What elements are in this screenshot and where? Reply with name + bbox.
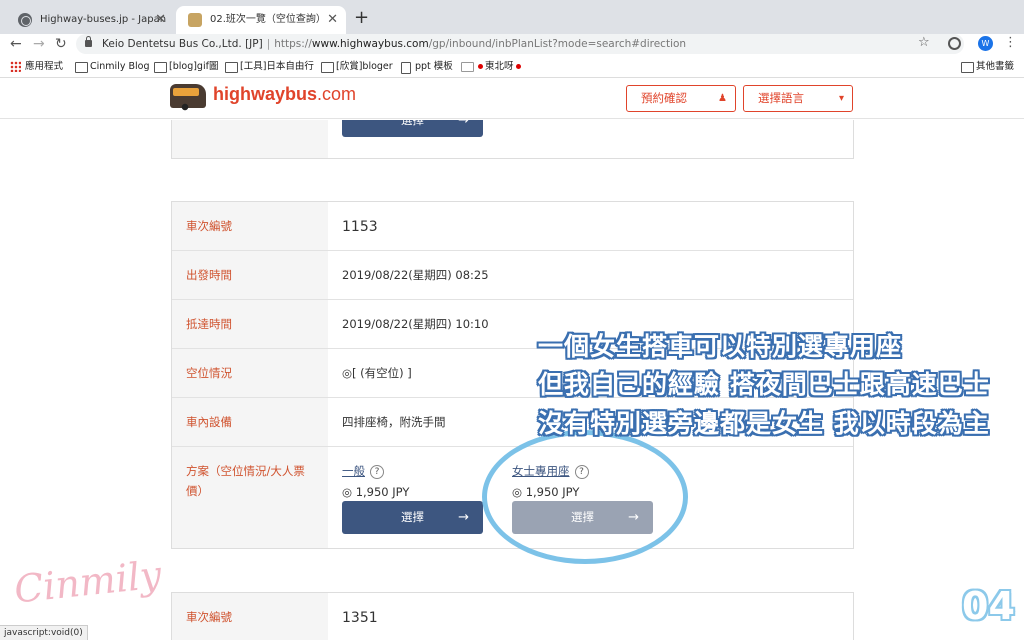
annotation-line-1: 一個女生搭車可以特別選專用座 <box>538 332 903 361</box>
globe-icon <box>18 13 32 27</box>
url-host: www.highwaybus.com <box>311 38 429 50</box>
url-scheme: https:// <box>274 38 312 50</box>
fare-plans-label: 方案（空位情況/大人票 價） <box>186 464 305 498</box>
bookmark-folder[interactable]: Cinmily Blog <box>75 57 149 77</box>
plan-card-1351: 車次編號 1351 <box>171 592 854 640</box>
departure-label: 出發時間 <box>186 268 232 282</box>
plan-general-price: ◎ 1,950 JPY <box>342 485 410 499</box>
address-bar[interactable]: Keio Dentetsu Bus Co.,Ltd. [JP] | https://… <box>76 34 964 54</box>
site-identity: Keio Dentetsu Bus Co.,Ltd. [JP] <box>102 38 263 50</box>
bookmark-folder[interactable]: ppt 模板 <box>400 57 453 77</box>
arrow-right-icon: → <box>458 510 469 525</box>
browser-menu-icon[interactable]: ⋮ <box>1004 35 1017 50</box>
annotation-line-3: 沒有特別選旁邊都是女生 我以時段為主 <box>538 409 990 438</box>
help-icon[interactable]: ? <box>370 465 384 479</box>
browser-tab-bar: Highway-buses.jp - Japan ✕ 02.班次一覽（空位查詢）… <box>0 0 1024 34</box>
bus-number-label: 車次編號 <box>186 610 232 624</box>
facilities-value: 四排座椅，附洗手間 <box>342 415 446 429</box>
departure-row: 出發時間 2019/08/22(星期四) 08:25 <box>172 251 853 300</box>
bus-logo-icon[interactable] <box>170 84 206 111</box>
bookmark-folder[interactable]: [欣賞]bloger <box>321 57 393 77</box>
language-select-label: 選擇語言 <box>758 91 804 105</box>
seat-availability-label: 空位情況 <box>186 366 232 380</box>
tab-highway-buses[interactable]: Highway-buses.jp - Japan ✕ <box>6 6 174 34</box>
forward-arrow-icon[interactable]: → <box>33 35 45 53</box>
arrival-value: 2019/08/22(星期四) 10:10 <box>342 317 489 331</box>
select-general-button[interactable]: 選擇 → <box>342 501 483 534</box>
lock-icon <box>85 36 92 47</box>
highlight-circle <box>482 430 688 564</box>
tab-title: 02.班次一覽（空位查詢） <box>210 14 326 25</box>
profile-avatar[interactable]: W <box>978 36 993 51</box>
new-tab-button[interactable]: + <box>354 7 369 29</box>
close-tab-icon[interactable]: ✕ <box>155 6 166 34</box>
browser-status-bar: javascript:void(0) <box>0 625 88 640</box>
bus-number-value: 1153 <box>342 219 378 235</box>
language-select-button[interactable]: 選擇語言 ▾ <box>743 85 853 112</box>
bus-number-row: 車次編號 1351 <box>172 593 853 640</box>
tab-title: Highway-buses.jp - Japan <box>40 14 167 25</box>
annotation-line-2: 但我自己的經驗 搭夜間巴士跟高速巴士 <box>538 370 990 399</box>
bus-number-label: 車次編號 <box>186 219 232 233</box>
caret-down-icon: ▾ <box>838 93 844 104</box>
page-number-badge: 04 <box>962 584 1015 628</box>
bookmark-folder[interactable]: [blog]gif圖 <box>154 57 218 77</box>
bus-number-row: 車次編號 1153 <box>172 202 853 251</box>
arrow-right-icon: → <box>458 120 469 128</box>
extension-icon[interactable] <box>948 37 961 50</box>
plan-general-link[interactable]: 一般 <box>342 464 365 478</box>
bus-number-value: 1351 <box>342 610 378 626</box>
close-tab-icon[interactable]: ✕ <box>327 6 338 34</box>
reload-icon[interactable]: ↻ <box>55 35 67 53</box>
url-path: /gp/inbound/inbPlanList?mode=search#dire… <box>428 38 687 50</box>
plan-card-previous: 選擇 → <box>171 120 854 159</box>
select-button[interactable]: 選擇 → <box>342 120 483 137</box>
japan-flag-icon <box>515 63 521 69</box>
back-arrow-icon[interactable]: ← <box>10 35 22 53</box>
reservation-check-button[interactable]: 預約確認 ♟ <box>626 85 736 112</box>
bookmark-label: 東北呀 <box>485 61 514 72</box>
japan-flag-icon <box>478 63 483 69</box>
arrival-label: 抵達時間 <box>186 317 232 331</box>
bookmarks-bar: 應用程式 Cinmily Blog [blog]gif圖 [工具]日本自由行 [… <box>0 56 1024 78</box>
site-favicon-icon <box>188 13 202 27</box>
departure-value: 2019/08/22(星期四) 08:25 <box>342 268 489 282</box>
seat-availability-value: ◎[ (有空位) ] <box>342 366 412 380</box>
site-logo[interactable]: highwaybus.com <box>213 84 356 105</box>
plan-general: 一般? ◎ 1,950 JPY <box>342 463 409 499</box>
logo-domain-text: .com <box>317 84 357 104</box>
browser-toolbar: ← → ↻ Keio Dentetsu Bus Co.,Ltd. [JP] | ht… <box>0 34 1024 54</box>
bookmark-apps[interactable]: 應用程式 <box>10 57 63 77</box>
site-header: highwaybus.com 預約確認 ♟ 選擇語言 ▾ <box>0 78 1024 119</box>
person-icon: ♟ <box>718 93 727 104</box>
facilities-label: 車內設備 <box>186 415 232 429</box>
logo-main-text: highwaybus <box>213 84 318 104</box>
bookmark-folder[interactable]: 東北呀 <box>461 57 523 77</box>
bookmark-folder[interactable]: [工具]日本自由行 <box>225 57 314 77</box>
bookmark-star-icon[interactable]: ☆ <box>918 35 930 50</box>
reservation-check-label: 預約確認 <box>641 91 687 105</box>
other-bookmarks-folder[interactable]: 其他書籤 <box>961 57 1014 77</box>
tab-plan-list[interactable]: 02.班次一覽（空位查詢） ✕ <box>176 6 346 34</box>
